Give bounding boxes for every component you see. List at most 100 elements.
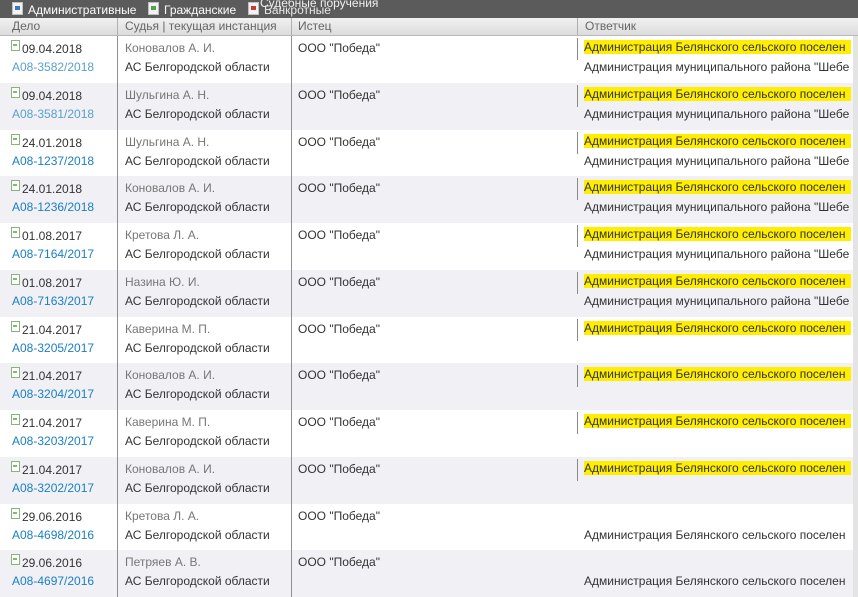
defendant-divider <box>577 178 578 201</box>
column-line <box>117 269 118 317</box>
defendant-divider <box>577 131 578 154</box>
case-date-text: 21.04.2017 <box>22 462 83 477</box>
tab-court-orders-label[interactable]: Судебные поручения <box>260 0 378 11</box>
case-date: 09.04.2018 <box>11 40 82 56</box>
defendant-secondary: Администрация муниципального района "Шеб… <box>584 200 850 215</box>
table-row[interactable]: 21.04.2017 А08-3202/2017 Коновалов А. И. АС… <box>0 456 858 504</box>
defendant-divider <box>577 38 578 60</box>
judge-name: Кретова Л. А. <box>125 508 200 523</box>
document-icon[interactable] <box>11 133 20 145</box>
table-row[interactable]: 21.04.2017 А08-3204/2017 Коновалов А. И. АС… <box>0 363 858 410</box>
table-row[interactable]: 21.04.2017 А08-3205/2017 Каверина М. П. АС … <box>0 316 858 364</box>
case-date-text: 29.06.2016 <box>22 509 83 524</box>
document-icon[interactable] <box>11 460 20 472</box>
column-line <box>117 503 118 551</box>
defendant-secondary: Администрация муниципального района "Шеб… <box>584 60 850 74</box>
court-instance: АС Белгородской области <box>125 387 270 402</box>
scroll-edge <box>853 316 858 364</box>
case-number-link[interactable]: А08-4698/2016 <box>12 528 94 542</box>
case-number-link[interactable]: А08-3203/2017 <box>12 434 94 448</box>
tab-label: Административные <box>28 3 137 17</box>
table-row[interactable]: 29.06.2016 А08-4697/2016 Петряев А. В. АС Б… <box>0 550 858 597</box>
judge-name: Коновалов А. И. <box>125 368 216 383</box>
table-row[interactable]: 29.06.2016 А08-4698/2016 Кретова Л. А. АС Б… <box>0 503 858 551</box>
document-icon[interactable] <box>11 273 20 285</box>
case-number-link[interactable]: А08-3202/2017 <box>12 481 94 495</box>
document-icon[interactable] <box>11 86 20 98</box>
column-divider[interactable] <box>117 18 118 35</box>
case-number-link[interactable]: А08-3582/2018 <box>12 60 94 74</box>
defendant-primary: Администрация Белянского сельского посел… <box>584 367 851 382</box>
scroll-edge <box>853 456 858 504</box>
column-line <box>117 316 118 364</box>
defendant-primary: Администрация Белянского сельского посел… <box>584 40 851 54</box>
court-instance: АС Белгородской области <box>125 106 270 121</box>
judge-name: Каверина М. П. <box>125 321 211 336</box>
table-row[interactable]: 24.01.2018 А08-1237/2018 Шульгина А. Н. АС … <box>0 129 858 177</box>
case-date-text: 21.04.2017 <box>22 416 83 430</box>
table-row[interactable]: 09.04.2018 А08-3581/2018 Шульгина А. Н. АС … <box>0 82 858 130</box>
case-number-link[interactable]: А08-3204/2017 <box>12 387 94 401</box>
column-header-plaintiff[interactable]: Истец <box>298 18 332 35</box>
document-icon[interactable] <box>11 367 20 379</box>
column-divider[interactable] <box>291 18 292 35</box>
document-icon[interactable] <box>11 40 20 51</box>
scroll-edge <box>853 410 858 457</box>
column-header-case[interactable]: Дело <box>12 18 40 35</box>
judge-name: Шульгина А. Н. <box>125 134 210 149</box>
case-date-text: 29.06.2016 <box>22 556 83 571</box>
tab-administrative[interactable]: Административные <box>12 2 136 18</box>
table-row[interactable]: 09.04.2018 А08-3582/2018 Коновалов А. И. АС… <box>0 36 858 83</box>
document-icon[interactable] <box>11 180 20 192</box>
column-line <box>291 316 292 364</box>
column-header-judge[interactable]: Судья | текущая инстанция <box>125 18 277 35</box>
tab-civil[interactable]: Гражданские <box>148 2 236 18</box>
tab-bankruptcy[interactable]: Банкротные Судебные поручения <box>248 0 378 18</box>
defendant-primary: Администрация Белянского сельского посел… <box>584 273 851 288</box>
plaintiff-name: ООО "Победа" <box>298 181 380 196</box>
tab-label: Гражданские <box>164 3 237 17</box>
plaintiff-name: ООО "Победа" <box>298 555 380 570</box>
bankrupt-doc-icon <box>248 2 259 15</box>
defendant-secondary: Администрация муниципального района "Шеб… <box>584 247 850 261</box>
case-number-link[interactable]: А08-3205/2017 <box>12 341 94 355</box>
case-number-link[interactable]: А08-1237/2018 <box>12 154 94 168</box>
case-date-text: 24.01.2018 <box>22 135 83 150</box>
case-number-link[interactable]: А08-7163/2017 <box>12 294 94 308</box>
document-icon[interactable] <box>11 414 20 425</box>
case-number-link[interactable]: А08-1236/2018 <box>12 200 94 214</box>
defendant-divider <box>577 225 578 247</box>
defendant-divider <box>577 318 578 341</box>
case-type-tabbar: Административные Гражданские Банкротные … <box>0 0 858 18</box>
case-date-text: 24.01.2018 <box>22 182 83 197</box>
document-icon[interactable] <box>11 320 20 332</box>
defendant-secondary: Администрация Белянского сельского посел… <box>584 574 846 589</box>
column-line <box>117 550 118 597</box>
defendant-primary: Администрация Белянского сельского посел… <box>584 133 851 148</box>
document-icon[interactable] <box>11 227 20 238</box>
scroll-edge <box>853 550 858 597</box>
column-divider[interactable] <box>577 18 578 35</box>
defendant-secondary: Администрация Белянского сельского посел… <box>584 527 846 542</box>
case-number-link[interactable]: А08-3581/2018 <box>12 107 94 121</box>
column-line <box>117 363 118 410</box>
document-icon[interactable] <box>11 554 20 566</box>
case-number-link[interactable]: А08-7164/2017 <box>12 247 94 261</box>
table-row[interactable]: 01.08.2017 А08-7163/2017 Назина Ю. И. АС Бе… <box>0 269 858 317</box>
court-instance: АС Белгородской области <box>125 293 270 308</box>
column-line <box>291 410 292 457</box>
court-instance: АС Белгородской области <box>125 527 270 542</box>
table-row[interactable]: 21.04.2017 А08-3203/2017 Каверина М. П. АС … <box>0 410 858 457</box>
plaintiff-name: ООО "Победа" <box>298 274 380 289</box>
plaintiff-name: ООО "Победа" <box>298 321 380 336</box>
judge-name: Коновалов А. И. <box>125 181 216 196</box>
court-instance: АС Белгородской области <box>125 340 270 355</box>
defendant-primary: Администрация Белянского сельского посел… <box>584 320 851 335</box>
defendant-divider <box>577 271 578 294</box>
document-icon[interactable] <box>11 507 20 519</box>
table-row[interactable]: 01.08.2017 А08-7164/2017 Кретова Л. А. АС Б… <box>0 223 858 270</box>
case-number-link[interactable]: А08-4697/2016 <box>12 574 94 588</box>
column-header-defendant[interactable]: Ответчик <box>585 18 636 35</box>
table-row[interactable]: 24.01.2018 А08-1236/2018 Коновалов А. И. АС… <box>0 176 858 223</box>
defendant-secondary: Администрация муниципального района "Шеб… <box>584 153 850 168</box>
